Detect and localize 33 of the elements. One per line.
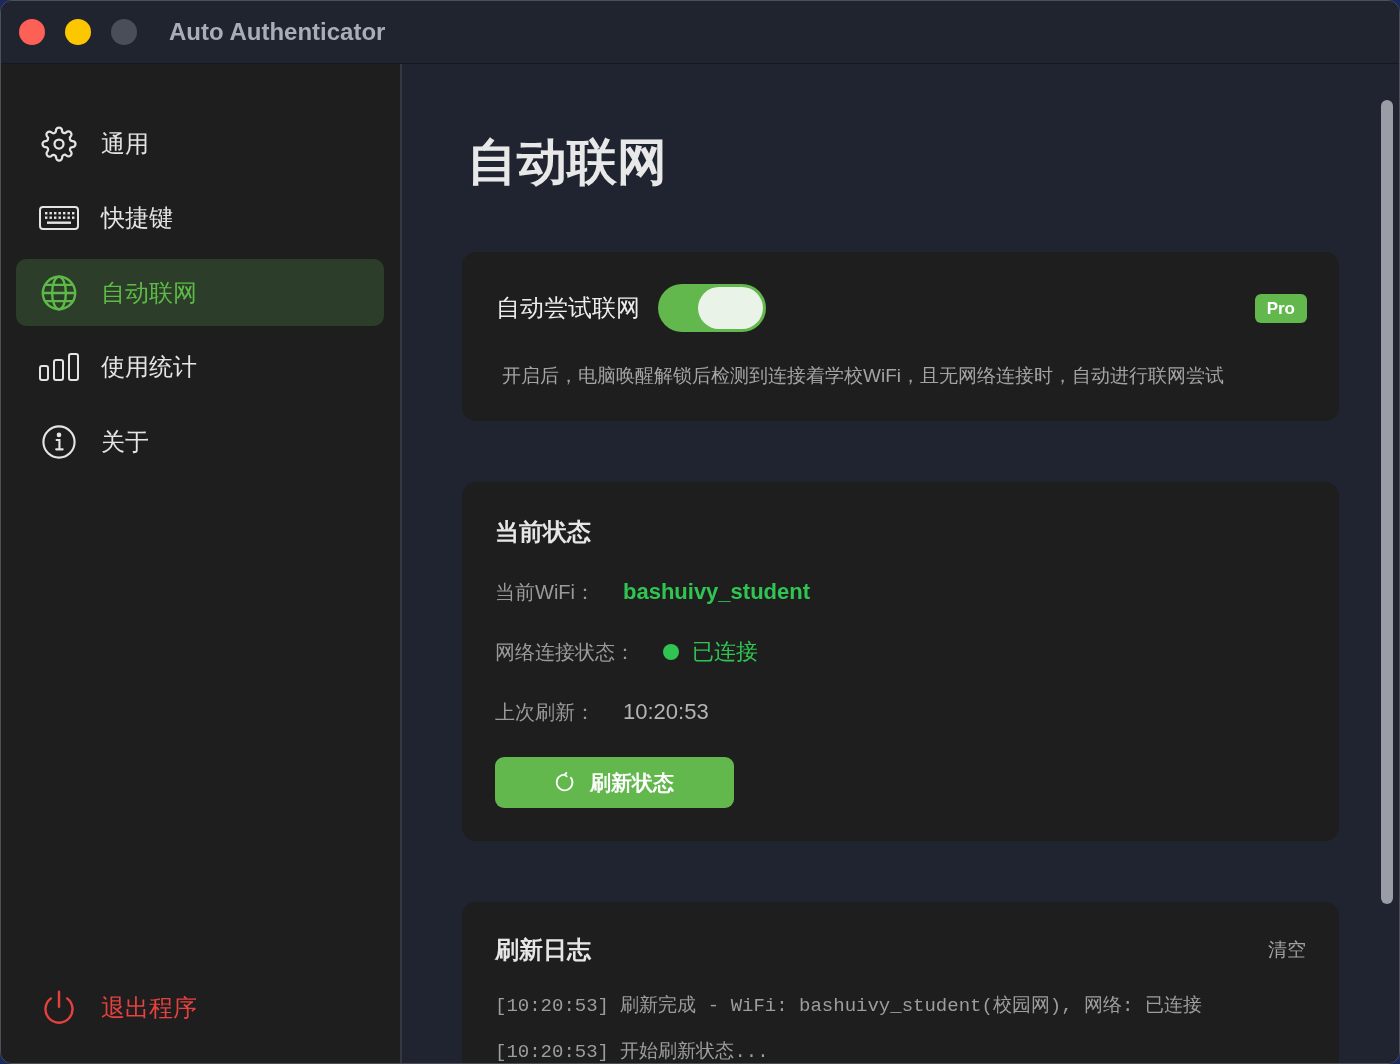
section-title: 当前状态 <box>495 517 591 547</box>
quit-button[interactable]: 退出程序 <box>16 974 384 1041</box>
close-button[interactable] <box>19 19 45 45</box>
keyboard-icon <box>39 206 79 230</box>
minimize-button[interactable] <box>65 19 91 45</box>
sidebar-item[interactable]: 关于 <box>16 408 384 475</box>
toggle-switch[interactable] <box>658 284 766 332</box>
bar-chart-icon <box>39 353 79 381</box>
status-label: 上次刷新： <box>495 699 595 725</box>
globe-icon <box>41 274 77 311</box>
setting-description: 开启后，电脑唤醒解锁后检测到连接着学校WiFi，且无网络连接时，自动进行联网尝试 <box>501 364 1225 388</box>
info-icon <box>42 424 76 459</box>
setting-label: 自动尝试联网 <box>496 293 640 323</box>
page-title: 自动联网 <box>467 133 667 191</box>
wifi-name: bashuivy_student <box>623 579 811 605</box>
sidebar-item[interactable]: 快捷键 <box>16 184 384 252</box>
settings-icon <box>41 125 77 162</box>
log-line: [10:20:53] 刷新完成 - WiFi: bashuivy_student(校园网), 网络: 已连接 <box>495 995 1202 1017</box>
sidebar-item[interactable]: 通用 <box>16 110 384 177</box>
scrollbar-thumb[interactable] <box>1381 100 1393 904</box>
sidebar-item[interactable]: 自动联网 <box>16 259 384 326</box>
window-title: Auto Authenticator <box>169 18 386 46</box>
clear-button[interactable]: 清空 <box>1268 937 1306 963</box>
log-line: [10:20:53] 开始刷新状态... <box>495 1041 769 1063</box>
status-label: 当前WiFi： <box>495 579 595 605</box>
status-label: 网络连接状态： <box>495 639 635 665</box>
refresh-time: 10:20:53 <box>623 699 709 725</box>
connection-status: 已连接 <box>692 638 758 666</box>
section-title: 刷新日志 <box>495 935 591 965</box>
refresh-icon <box>555 772 576 793</box>
sidebar-item[interactable]: 使用统计 <box>16 333 384 401</box>
power-icon <box>41 989 77 1026</box>
pro-badge: Pro <box>1254 293 1307 323</box>
